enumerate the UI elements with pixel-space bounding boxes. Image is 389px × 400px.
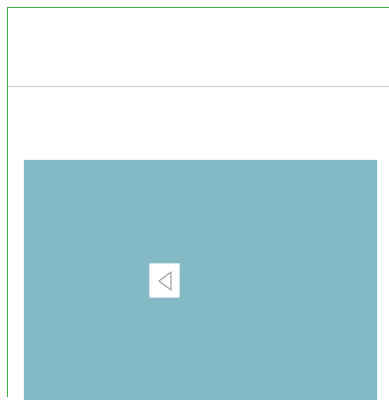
previous-button[interactable] — [149, 263, 180, 298]
triangle-left-icon — [157, 270, 172, 291]
content-panel — [24, 160, 377, 400]
header-area — [8, 8, 389, 87]
page-frame — [7, 7, 389, 400]
